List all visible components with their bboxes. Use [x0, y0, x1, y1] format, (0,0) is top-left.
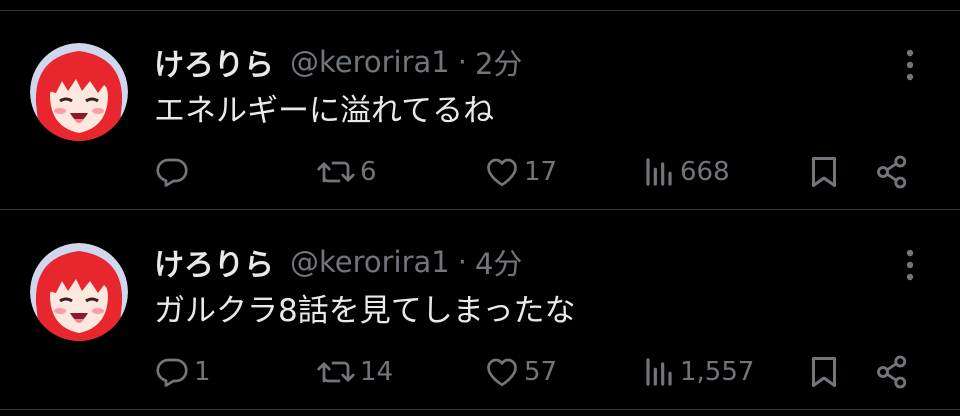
views-button[interactable]: 668 [644, 147, 730, 197]
like-count: 57 [524, 357, 558, 387]
like-button[interactable]: 17 [484, 147, 557, 197]
action-bar: 1 14 57 1,557 [0, 347, 960, 397]
divider [0, 209, 960, 210]
tweet-text: ガルクラ8話を見てしまったな [154, 293, 576, 329]
bookmark-button[interactable] [806, 347, 842, 397]
tweet[interactable]: けろりら @kerorira1 · 2分 エネルギーに溢れてるね 6 17 66… [0, 11, 960, 209]
views-count: 668 [680, 157, 730, 187]
like-button[interactable]: 57 [484, 347, 557, 397]
tweet[interactable]: けろりら @kerorira1 · 4分 ガルクラ8話を見てしまったな 1 14… [0, 211, 960, 409]
tweet-header: けろりら @kerorira1 · 4分 [154, 237, 522, 287]
retweet-count: 6 [360, 157, 377, 187]
views-icon [646, 358, 672, 386]
display-name[interactable]: けろりら [154, 40, 274, 84]
reply-button[interactable] [154, 147, 194, 197]
timestamp[interactable]: 4分 [475, 241, 522, 283]
reply-icon [156, 358, 188, 387]
bookmark-icon [812, 357, 836, 387]
separator-dot: · [457, 245, 467, 279]
like-count: 17 [524, 157, 558, 187]
avatar[interactable] [30, 43, 128, 141]
action-bar: 6 17 668 [0, 147, 960, 197]
share-button[interactable] [874, 347, 910, 397]
divider [0, 409, 960, 410]
share-button[interactable] [874, 147, 910, 197]
bookmark-button[interactable] [806, 147, 842, 197]
retweet-button[interactable]: 6 [316, 147, 377, 197]
reply-button[interactable]: 1 [154, 347, 211, 397]
avatar-image [30, 43, 128, 141]
views-button[interactable]: 1,557 [644, 347, 754, 397]
retweet-icon [317, 161, 355, 183]
bookmark-icon [812, 157, 836, 187]
avatar-image [30, 243, 128, 341]
share-icon [877, 355, 907, 389]
share-icon [877, 155, 907, 189]
views-count: 1,557 [680, 357, 755, 387]
reply-count: 1 [194, 357, 211, 387]
display-name[interactable]: けろりら [154, 240, 274, 284]
user-handle[interactable]: @kerorira1 [290, 45, 450, 79]
timeline-feed: けろりら @kerorira1 · 2分 エネルギーに溢れてるね 6 17 66… [0, 0, 960, 416]
heart-icon [487, 158, 517, 187]
views-icon [646, 158, 672, 186]
more-button[interactable] [894, 45, 926, 85]
timestamp[interactable]: 2分 [475, 41, 522, 83]
separator-dot: · [457, 45, 467, 79]
more-icon [906, 249, 914, 281]
retweet-count: 14 [360, 357, 394, 387]
more-button[interactable] [894, 245, 926, 285]
reply-icon [156, 158, 188, 187]
user-handle[interactable]: @kerorira1 [290, 245, 450, 279]
retweet-icon [317, 361, 355, 383]
more-icon [906, 49, 914, 81]
tweet-header: けろりら @kerorira1 · 2分 [154, 37, 522, 87]
avatar[interactable] [30, 243, 128, 341]
retweet-button[interactable]: 14 [316, 347, 393, 397]
heart-icon [487, 358, 517, 387]
tweet-text: エネルギーに溢れてるね [154, 93, 495, 129]
